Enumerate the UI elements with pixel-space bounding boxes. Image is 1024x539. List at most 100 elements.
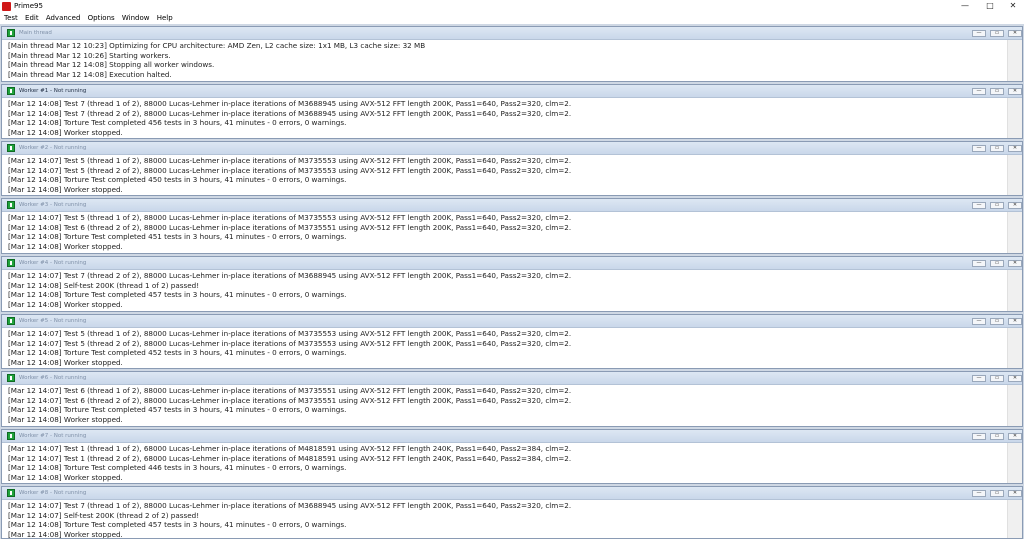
child-restore-button[interactable]: ▭ [990, 490, 1004, 497]
log-line: [Mar 12 14:08] Torture Test completed 45… [8, 118, 347, 128]
log-line: [Main thread Mar 12 14:08] Stopping all … [8, 60, 215, 70]
child-restore-button[interactable]: ▭ [990, 145, 1004, 152]
vertical-scrollbar[interactable] [1007, 98, 1022, 138]
log-output: [Mar 12 14:07] Test 5 (thread 1 of 2), 8… [8, 329, 1002, 368]
child-restore-button[interactable]: ▭ [990, 202, 1004, 209]
menu-options[interactable]: Options [88, 12, 115, 24]
log-line: [Mar 12 14:08] Worker stopped. [8, 299, 123, 309]
log-line: [Mar 12 14:08] Test 7 (thread 1 of 2), 8… [8, 99, 572, 108]
worker-status-icon [7, 374, 15, 382]
child-window-titlebar[interactable]: Worker #2 - Not running — ▭ ✕ [2, 142, 1022, 155]
log-line: [Mar 12 14:07] Test 1 (thread 1 of 2), 6… [8, 444, 572, 453]
log-line: [Mar 12 14:07] Test 1 (thread 2 of 2), 6… [8, 453, 572, 463]
child-restore-button[interactable]: ▭ [990, 88, 1004, 95]
minimize-window-button[interactable]: — [955, 0, 975, 12]
child-minimize-button[interactable]: — [972, 260, 986, 267]
child-close-button[interactable]: ✕ [1008, 433, 1022, 440]
child-minimize-button[interactable]: — [972, 202, 986, 209]
child-window-titlebar[interactable]: Worker #6 - Not running — ▭ ✕ [2, 372, 1022, 385]
log-line: [Mar 12 14:08] Worker stopped. [8, 472, 123, 482]
menu-advanced[interactable]: Advanced [46, 12, 81, 24]
worker-window[interactable]: Worker #5 - Not running — ▭ ✕ [Mar 12 14:07]… [1, 314, 1023, 369]
child-minimize-button[interactable]: — [972, 318, 986, 325]
child-close-button[interactable]: ✕ [1008, 145, 1022, 152]
child-minimize-button[interactable]: — [972, 490, 986, 497]
close-window-button[interactable]: ✕ [1003, 0, 1023, 12]
child-restore-button[interactable]: ▭ [990, 30, 1004, 37]
worker-status-icon [7, 87, 15, 95]
worker-status-icon [7, 489, 15, 497]
child-minimize-button[interactable]: — [972, 30, 986, 37]
log-output: [Mar 12 14:07] Test 5 (thread 1 of 2), 8… [8, 213, 1002, 253]
child-window-titlebar[interactable]: Worker #7 - Not running — ▭ ✕ [2, 430, 1022, 443]
child-minimize-button[interactable]: — [972, 88, 986, 95]
log-line: [Mar 12 14:08] Test 7 (thread 2 of 2), 8… [8, 108, 572, 118]
log-line: [Mar 12 14:07] Test 5 (thread 1 of 2), 8… [8, 213, 572, 222]
child-minimize-button[interactable]: — [972, 145, 986, 152]
child-restore-button[interactable]: ▭ [990, 260, 1004, 267]
child-window-titlebar[interactable]: Main thread — ▭ ✕ [2, 27, 1022, 40]
vertical-scrollbar[interactable] [1007, 155, 1022, 195]
child-window-title: Worker #1 - Not running [19, 88, 87, 94]
child-close-button[interactable]: ✕ [1008, 260, 1022, 267]
menu-edit[interactable]: Edit [25, 12, 39, 24]
child-window-titlebar[interactable]: Worker #1 - Not running — ▭ ✕ [2, 85, 1022, 98]
child-window-titlebar[interactable]: Worker #3 - Not running — ▭ ✕ [2, 199, 1022, 212]
log-line: [Mar 12 14:08] Worker stopped. [8, 414, 123, 424]
maximize-window-button[interactable]: □ [980, 0, 1000, 12]
log-line: [Mar 12 14:07] Test 5 (thread 2 of 2), 8… [8, 338, 572, 348]
worker-window[interactable]: Worker #6 - Not running — ▭ ✕ [Mar 12 14:07]… [1, 371, 1023, 427]
log-line: [Mar 12 14:08] Torture Test completed 45… [8, 405, 347, 415]
child-close-button[interactable]: ✕ [1008, 30, 1022, 37]
child-close-button[interactable]: ✕ [1008, 490, 1022, 497]
vertical-scrollbar[interactable] [1007, 270, 1022, 311]
log-line: [Mar 12 14:08] Torture Test completed 45… [8, 175, 347, 185]
child-minimize-button[interactable]: — [972, 375, 986, 382]
child-window-title: Main thread [19, 30, 52, 36]
prime95-app-icon [2, 2, 11, 11]
log-line: [Mar 12 14:07] Test 7 (thread 2 of 2), 8… [8, 271, 572, 280]
vertical-scrollbar[interactable] [1007, 500, 1022, 538]
log-line: [Mar 12 14:08] Torture Test completed 44… [8, 463, 347, 473]
child-close-button[interactable]: ✕ [1008, 318, 1022, 325]
log-line: [Mar 12 14:08] Self-test 200K (thread 1 … [8, 280, 200, 290]
child-window-title: Worker #4 - Not running [19, 260, 87, 266]
child-close-button[interactable]: ✕ [1008, 202, 1022, 209]
vertical-scrollbar[interactable] [1007, 212, 1022, 253]
worker-window[interactable]: Worker #2 - Not running — ▭ ✕ [Mar 12 14:07]… [1, 141, 1023, 196]
mdi-client-area: Main thread — ▭ ✕ [Main thread Mar 12 10:23]… [0, 24, 1024, 539]
child-restore-button[interactable]: ▭ [990, 318, 1004, 325]
child-window-titlebar[interactable]: Worker #5 - Not running — ▭ ✕ [2, 315, 1022, 328]
log-output: [Mar 12 14:08] Test 7 (thread 1 of 2), 8… [8, 99, 1002, 138]
vertical-scrollbar[interactable] [1007, 385, 1022, 426]
child-window-titlebar[interactable]: Worker #8 - Not running — ▭ ✕ [2, 487, 1022, 500]
worker-window[interactable]: Worker #8 - Not running — ▭ ✕ [Mar 12 14:07]… [1, 486, 1023, 539]
log-output: [Main thread Mar 12 10:23] Optimizing fo… [8, 41, 1002, 81]
log-line: [Mar 12 14:07] Test 5 (thread 1 of 2), 8… [8, 156, 572, 165]
log-output: [Mar 12 14:07] Test 7 (thread 1 of 2), 8… [8, 501, 1002, 538]
child-close-button[interactable]: ✕ [1008, 88, 1022, 95]
menu-window[interactable]: Window [122, 12, 150, 24]
child-window-titlebar[interactable]: Worker #4 - Not running — ▭ ✕ [2, 257, 1022, 270]
worker-window[interactable]: Worker #7 - Not running — ▭ ✕ [Mar 12 14:07]… [1, 429, 1023, 484]
menu-help[interactable]: Help [157, 12, 173, 24]
child-window-title: Worker #8 - Not running [19, 490, 87, 496]
child-close-button[interactable]: ✕ [1008, 375, 1022, 382]
worker-status-icon [7, 259, 15, 267]
worker-window[interactable]: Worker #4 - Not running — ▭ ✕ [Mar 12 14:07]… [1, 256, 1023, 312]
child-window-title: Worker #6 - Not running [19, 375, 87, 381]
child-window-title: Worker #3 - Not running [19, 202, 87, 208]
main-thread-window[interactable]: Main thread — ▭ ✕ [Main thread Mar 12 10:23]… [1, 26, 1023, 82]
worker-window[interactable]: Worker #3 - Not running — ▭ ✕ [Mar 12 14:07]… [1, 198, 1023, 254]
vertical-scrollbar[interactable] [1007, 40, 1022, 81]
vertical-scrollbar[interactable] [1007, 443, 1022, 483]
child-restore-button[interactable]: ▭ [990, 375, 1004, 382]
log-line: [Mar 12 14:08] Worker stopped. [8, 184, 123, 194]
child-minimize-button[interactable]: — [972, 433, 986, 440]
vertical-scrollbar[interactable] [1007, 328, 1022, 368]
child-restore-button[interactable]: ▭ [990, 433, 1004, 440]
log-output: [Mar 12 14:07] Test 7 (thread 2 of 2), 8… [8, 271, 1002, 311]
worker-window[interactable]: Worker #1 - Not running — ▭ ✕ [Mar 12 14:08]… [1, 84, 1023, 139]
app-titlebar: Prime95 — □ ✕ [0, 0, 1024, 12]
menu-test[interactable]: Test [4, 12, 18, 24]
